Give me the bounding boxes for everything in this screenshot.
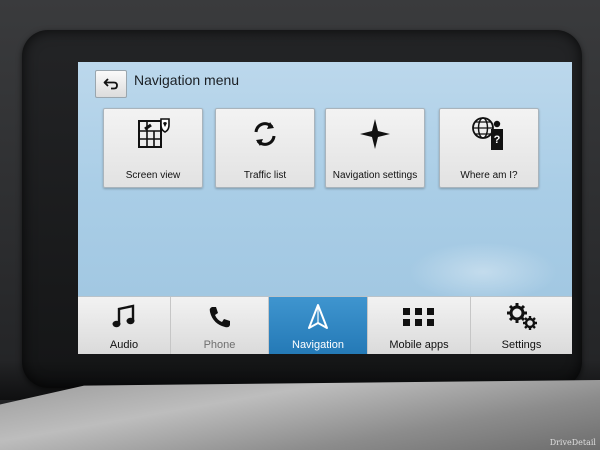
- refresh-arrows-icon: [254, 122, 276, 146]
- tile-label: Navigation settings: [332, 170, 418, 181]
- globe-person-question-icon: ?: [472, 117, 503, 150]
- tab-settings[interactable]: Settings: [471, 297, 572, 354]
- phone-handset-icon: [209, 307, 230, 328]
- screen-glare: [408, 242, 558, 302]
- traffic-list-tile[interactable]: Traffic list: [215, 108, 315, 188]
- map-layers-icon: [138, 118, 170, 148]
- navigation-settings-tile[interactable]: Navigation settings: [325, 108, 425, 188]
- tab-phone[interactable]: Phone: [171, 297, 269, 354]
- tab-label: Mobile apps: [389, 339, 449, 351]
- tab-audio[interactable]: Audio: [78, 297, 171, 354]
- gears-icon: [506, 303, 537, 330]
- back-arrow-icon: [103, 78, 118, 90]
- music-note-icon: [112, 304, 135, 328]
- tile-label: Where am I?: [460, 170, 518, 181]
- page-title: Navigation menu: [134, 72, 240, 88]
- svg-text:?: ?: [494, 134, 501, 146]
- tab-label: Navigation: [292, 339, 344, 351]
- app-grid-icon: [403, 308, 434, 326]
- tab-mobile-apps[interactable]: Mobile apps: [368, 297, 471, 354]
- tab-label: Audio: [109, 339, 139, 351]
- dashboard-trim: [0, 380, 600, 450]
- tile-label: Traffic list: [243, 170, 287, 181]
- where-am-i-tile[interactable]: ? Where am I?: [439, 108, 539, 188]
- watermark: DriveDetail: [549, 438, 596, 447]
- menu-tiles: Screen view Traffic list Navigation sett…: [103, 108, 543, 188]
- header: Navigation menu: [78, 62, 572, 100]
- tab-navigation[interactable]: Navigation: [269, 297, 368, 354]
- tab-label: Phone: [203, 339, 236, 351]
- infotainment-screen: Navigation menu Screen view Traffic list…: [78, 62, 572, 354]
- bottom-bar: Audio Phone Navigation Mobile apps Setti…: [78, 296, 572, 354]
- tab-label: Settings: [501, 339, 542, 351]
- screen-view-tile[interactable]: Screen view: [103, 108, 203, 188]
- back-button[interactable]: [95, 70, 127, 98]
- four-point-star-icon: [360, 119, 390, 149]
- navigation-arrow-icon: [308, 304, 328, 329]
- tile-label: Screen view: [125, 170, 181, 181]
